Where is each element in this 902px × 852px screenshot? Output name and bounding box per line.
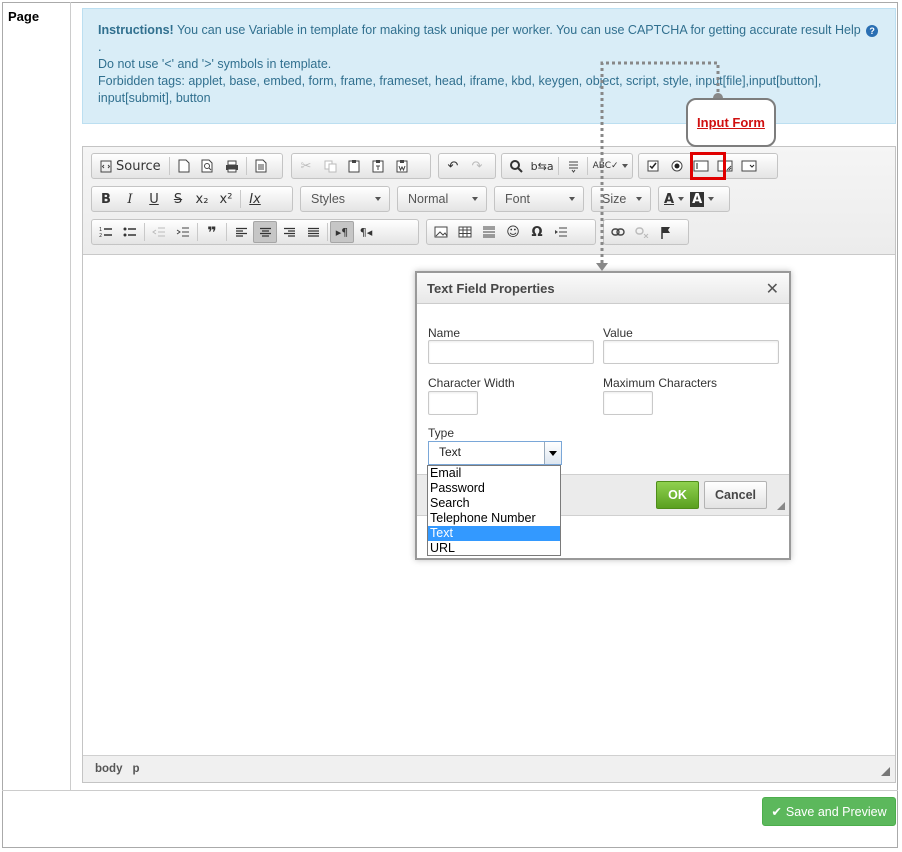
save-and-preview-button[interactable]: ✔ Save and Preview [762,797,896,826]
save-and-preview-label: Save and Preview [785,804,887,819]
text-field-highlight [690,152,726,180]
input-form-callout: Input Form [686,98,776,147]
check-icon: ✔ [771,805,782,819]
